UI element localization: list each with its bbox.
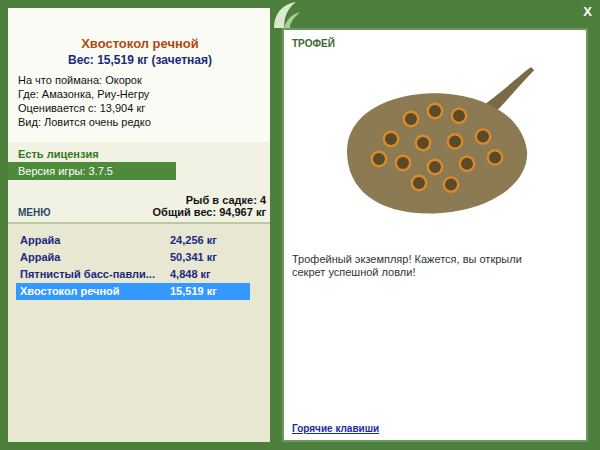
- logo-icon: [268, 0, 302, 30]
- menu-button[interactable]: МЕНЮ: [18, 207, 51, 218]
- close-button[interactable]: X: [583, 4, 592, 19]
- trophy-message: Трофейный экземпляр! Кажется, вы открыли…: [292, 253, 578, 279]
- game-version: Версия игры: 3.7.5: [8, 162, 176, 180]
- trophy-panel: ТРОФЕЙ Трофейный экземпляр! Кажется, вы о…: [282, 28, 588, 442]
- fish-title: Хвостокол речной: [18, 36, 262, 51]
- total-weight: Общий вес: 94,967 кг: [153, 206, 266, 218]
- catch-row[interactable]: Аррайа24,256 кг: [16, 232, 250, 249]
- info-panel: Хвостокол речной Вес: 15,519 кг (зачетная…: [8, 8, 270, 442]
- keepnet-summary: Рыб в садке: 4Общий вес: 94,967 кг: [153, 194, 266, 218]
- fish-detail: Вид: Ловится очень редко: [18, 115, 262, 129]
- fish-detail: Где: Амазонка, Риу-Негру: [18, 87, 262, 101]
- license-status: Есть лицензия: [8, 142, 270, 162]
- fish-detail: На что поймана: Окорок: [18, 73, 262, 87]
- stingray-photo: [315, 53, 555, 233]
- trophy-heading: ТРОФЕЙ: [292, 38, 578, 49]
- fish-count: Рыб в садке: 4: [153, 194, 266, 206]
- fish-card: Хвостокол речной Вес: 15,519 кг (зачетная…: [8, 8, 270, 142]
- catch-row[interactable]: Хвостокол речной15,519 кг: [16, 283, 250, 300]
- fish-detail: Оценивается с: 13,904 кг: [18, 101, 262, 115]
- catch-row[interactable]: Пятнистый басс-павли...4,848 кг: [16, 266, 250, 283]
- catch-window: X Хвостокол речной Вес: 15,519 кг (зачетна…: [0, 0, 600, 450]
- catch-list: Аррайа24,256 кгАррайа50,341 кгПятнистый …: [8, 222, 270, 442]
- catch-row[interactable]: Аррайа50,341 кг: [16, 249, 250, 266]
- fish-weight: Вес: 15,519 кг (зачетная): [18, 53, 262, 67]
- hotkeys-link[interactable]: Горячие клавиши: [292, 423, 578, 434]
